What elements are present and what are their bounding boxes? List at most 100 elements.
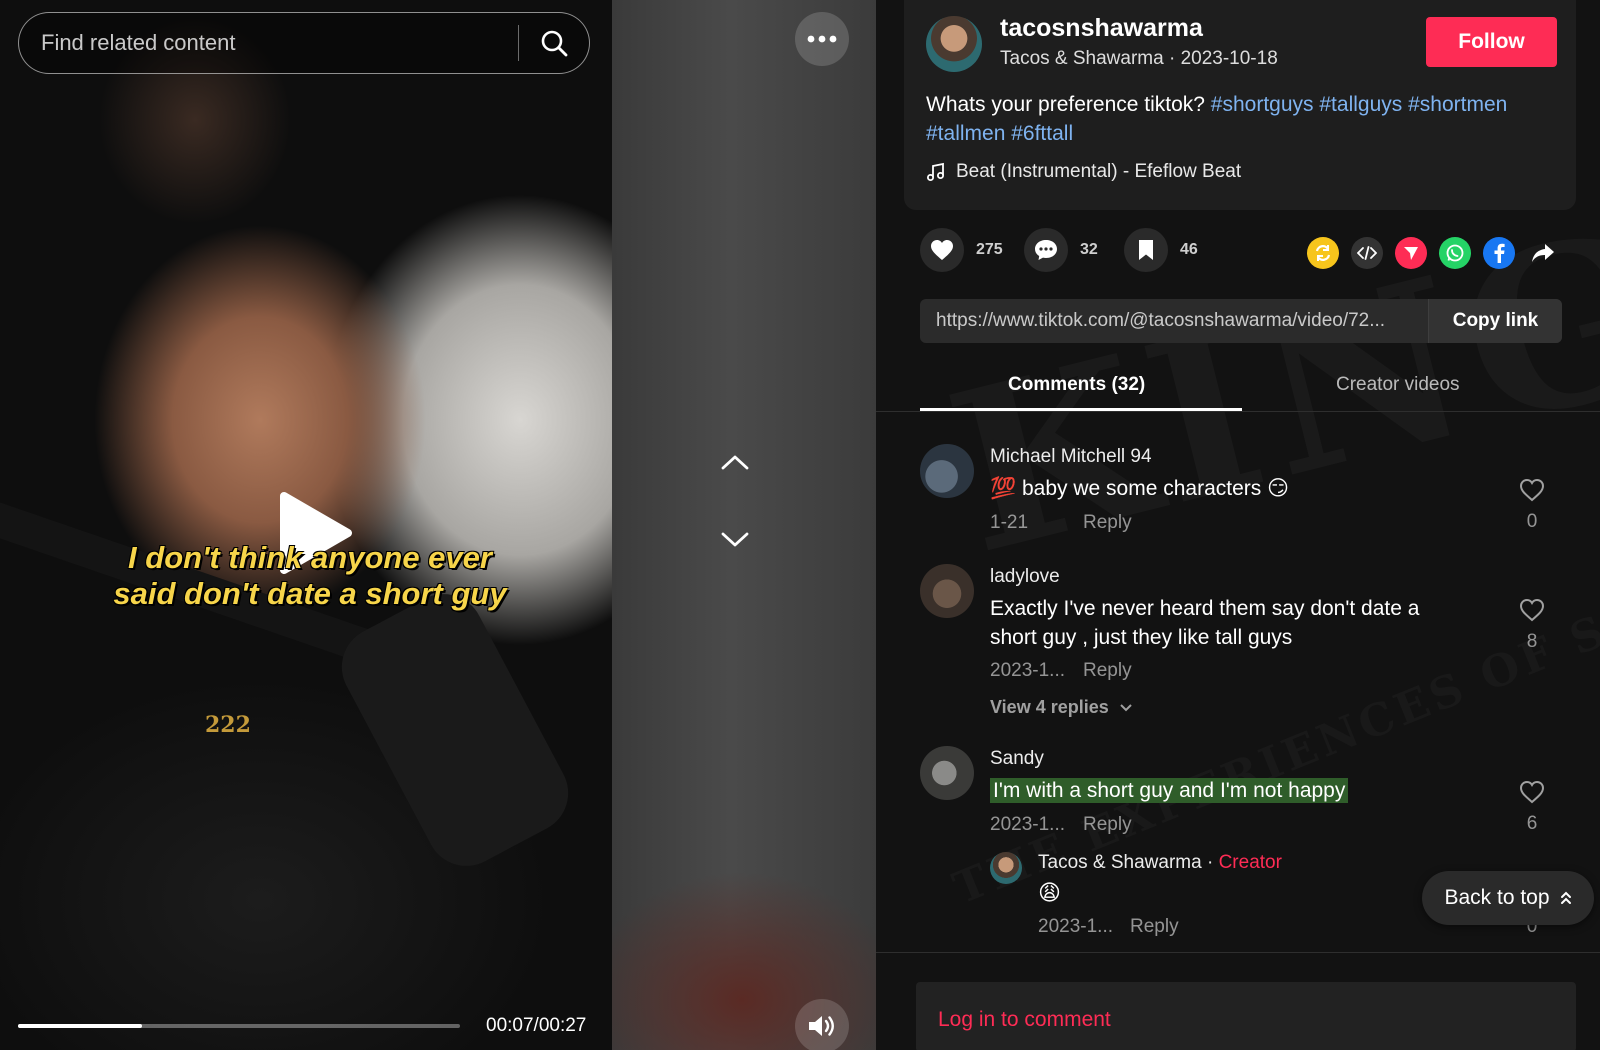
comment-like-count: 8 [1526, 631, 1538, 652]
microphone [327, 580, 583, 880]
previous-video-button[interactable] [712, 446, 758, 478]
comment-like-button[interactable]: 6 [1512, 780, 1552, 835]
video-side-strip [612, 0, 876, 1050]
necklace-text: 222 [205, 712, 251, 738]
comment-like-button[interactable]: 8 [1512, 598, 1552, 653]
back-to-top-label: Back to top [1444, 886, 1550, 909]
chevron-down-icon [721, 532, 749, 547]
hashtag-link[interactable]: #shortguys [1211, 93, 1314, 116]
video-caption: I don't think anyone ever said don't dat… [30, 540, 590, 612]
music-link[interactable]: Beat (Instrumental) - Efeflow Beat [926, 161, 1241, 183]
hashtag-link[interactable]: #6fttall [1011, 122, 1073, 145]
save-count: 46 [1180, 241, 1198, 258]
heart-outline-icon [1519, 478, 1545, 502]
comment-author[interactable]: ladylove [990, 566, 1060, 588]
avatar[interactable] [920, 746, 974, 800]
reply-author-line: Tacos & Shawarma · Creator [1038, 852, 1282, 874]
comment-text: 💯 baby we some characters 😏 [990, 477, 1289, 500]
volume-button[interactable] [795, 999, 849, 1050]
comment-date: 2023-1... [990, 814, 1065, 835]
more-options-button[interactable] [795, 12, 849, 66]
description-text: Whats your preference tiktok? [926, 93, 1211, 116]
reply-button[interactable]: Reply [1083, 660, 1132, 682]
reply-button[interactable]: Reply [1130, 916, 1179, 938]
next-video-button[interactable] [712, 524, 758, 556]
like-count: 275 [976, 241, 1003, 258]
embed-icon[interactable] [1351, 237, 1383, 269]
facebook-icon[interactable] [1483, 237, 1515, 269]
heart-icon [931, 240, 953, 260]
comment-like-count: 6 [1526, 813, 1538, 834]
author-meta: Tacos & Shawarma · 2023-10-18 [1000, 48, 1278, 69]
music-note-icon [927, 162, 944, 181]
author-avatar[interactable] [926, 16, 982, 72]
whatsapp-icon[interactable] [1439, 237, 1471, 269]
copy-link-button[interactable]: Copy link [1428, 299, 1562, 343]
back-to-top-button[interactable]: Back to top [1422, 871, 1594, 925]
video-url[interactable]: https://www.tiktok.com/@tacosnshawarma/v… [920, 310, 1428, 332]
like-button[interactable]: 275 [920, 228, 1003, 272]
reply-separator: · [1201, 852, 1219, 873]
reply-date: 2023-1... [1038, 916, 1113, 937]
volume-icon [809, 1016, 834, 1036]
reply-author[interactable]: Tacos & Shawarma [1038, 852, 1202, 873]
more-icon [807, 35, 837, 43]
search-button[interactable] [519, 13, 589, 73]
active-tab-indicator [920, 408, 1242, 411]
watermark-subtext: THE EXPERIENCES OF SHORTER MEN [946, 456, 1600, 914]
video-info-card: tacosnshawarma Tacos & Shawarma · 2023-1… [904, 0, 1576, 210]
comment-text: Exactly I've never heard them say don't … [990, 597, 1420, 649]
hashtag-link[interactable]: #shortmen [1408, 93, 1507, 116]
author-username[interactable]: tacosnshawarma [1000, 14, 1203, 43]
search-bar [18, 12, 590, 74]
creator-badge: Creator [1218, 852, 1282, 873]
tab-creator-videos[interactable]: Creator videos [1336, 374, 1460, 396]
follow-button[interactable]: Follow [1426, 17, 1557, 67]
bookmark-icon [1139, 240, 1153, 260]
tab-comments[interactable]: Comments (32) [1008, 374, 1145, 396]
save-circle [1124, 228, 1168, 272]
avatar[interactable] [990, 852, 1022, 884]
comment-count: 32 [1080, 241, 1098, 258]
view-replies-button[interactable]: View 4 replies [990, 697, 1133, 718]
reply-button[interactable]: Reply [1083, 814, 1132, 836]
share-link-row: https://www.tiktok.com/@tacosnshawarma/v… [920, 299, 1562, 343]
time-display: 00:07/00:27 [486, 1015, 587, 1036]
comment-tabs: Comments (32) Creator videos [876, 356, 1600, 412]
comment-like-button[interactable]: 0 [1512, 478, 1552, 533]
highlighted-text: I'm with a short guy and I'm not happy [990, 778, 1349, 803]
details-panel: KINGZ THE EXPERIENCES OF SHORTER MEN tac… [876, 0, 1600, 1050]
video-player[interactable]: 222 I don't think anyone ever said don't… [0, 0, 612, 1050]
comment-like-count: 0 [1526, 511, 1538, 532]
comment-circle [1024, 228, 1068, 272]
send-icon[interactable] [1395, 237, 1427, 269]
divider [876, 952, 1600, 953]
like-circle [920, 228, 964, 272]
comment-text: I'm with a short guy and I'm not happy [990, 776, 1470, 805]
reply-button[interactable]: Reply [1083, 512, 1132, 534]
caption-line: said don't date a short guy [113, 576, 507, 611]
chevron-down-icon [1120, 704, 1132, 712]
search-input[interactable] [19, 13, 518, 73]
comment-date: 1-21 [990, 512, 1029, 533]
comment-author[interactable]: Sandy [990, 748, 1044, 770]
avatar[interactable] [920, 564, 974, 618]
music-label: Beat (Instrumental) - Efeflow Beat [956, 161, 1242, 182]
share-arrow-icon[interactable] [1527, 237, 1559, 269]
comment-author[interactable]: Michael Mitchell 94 [990, 446, 1152, 468]
hashtag-link[interactable]: #tallguys [1319, 93, 1402, 116]
comment-button[interactable]: 32 [1024, 228, 1098, 272]
save-button[interactable]: 46 [1124, 228, 1198, 272]
repost-icon[interactable] [1307, 237, 1339, 269]
search-icon [541, 30, 568, 57]
heart-outline-icon [1519, 780, 1545, 804]
heart-outline-icon [1519, 598, 1545, 622]
hashtag-link[interactable]: #tallmen [926, 122, 1005, 145]
progress-bar[interactable] [18, 1024, 460, 1028]
reply-text: 😩 [1038, 880, 1061, 905]
avatar[interactable] [920, 444, 974, 498]
login-label: Log in to comment [938, 1008, 1111, 1031]
comment-date: 2023-1... [990, 660, 1065, 681]
login-to-comment[interactable]: Log in to comment [916, 982, 1576, 1050]
chevron-up-icon [721, 455, 749, 470]
